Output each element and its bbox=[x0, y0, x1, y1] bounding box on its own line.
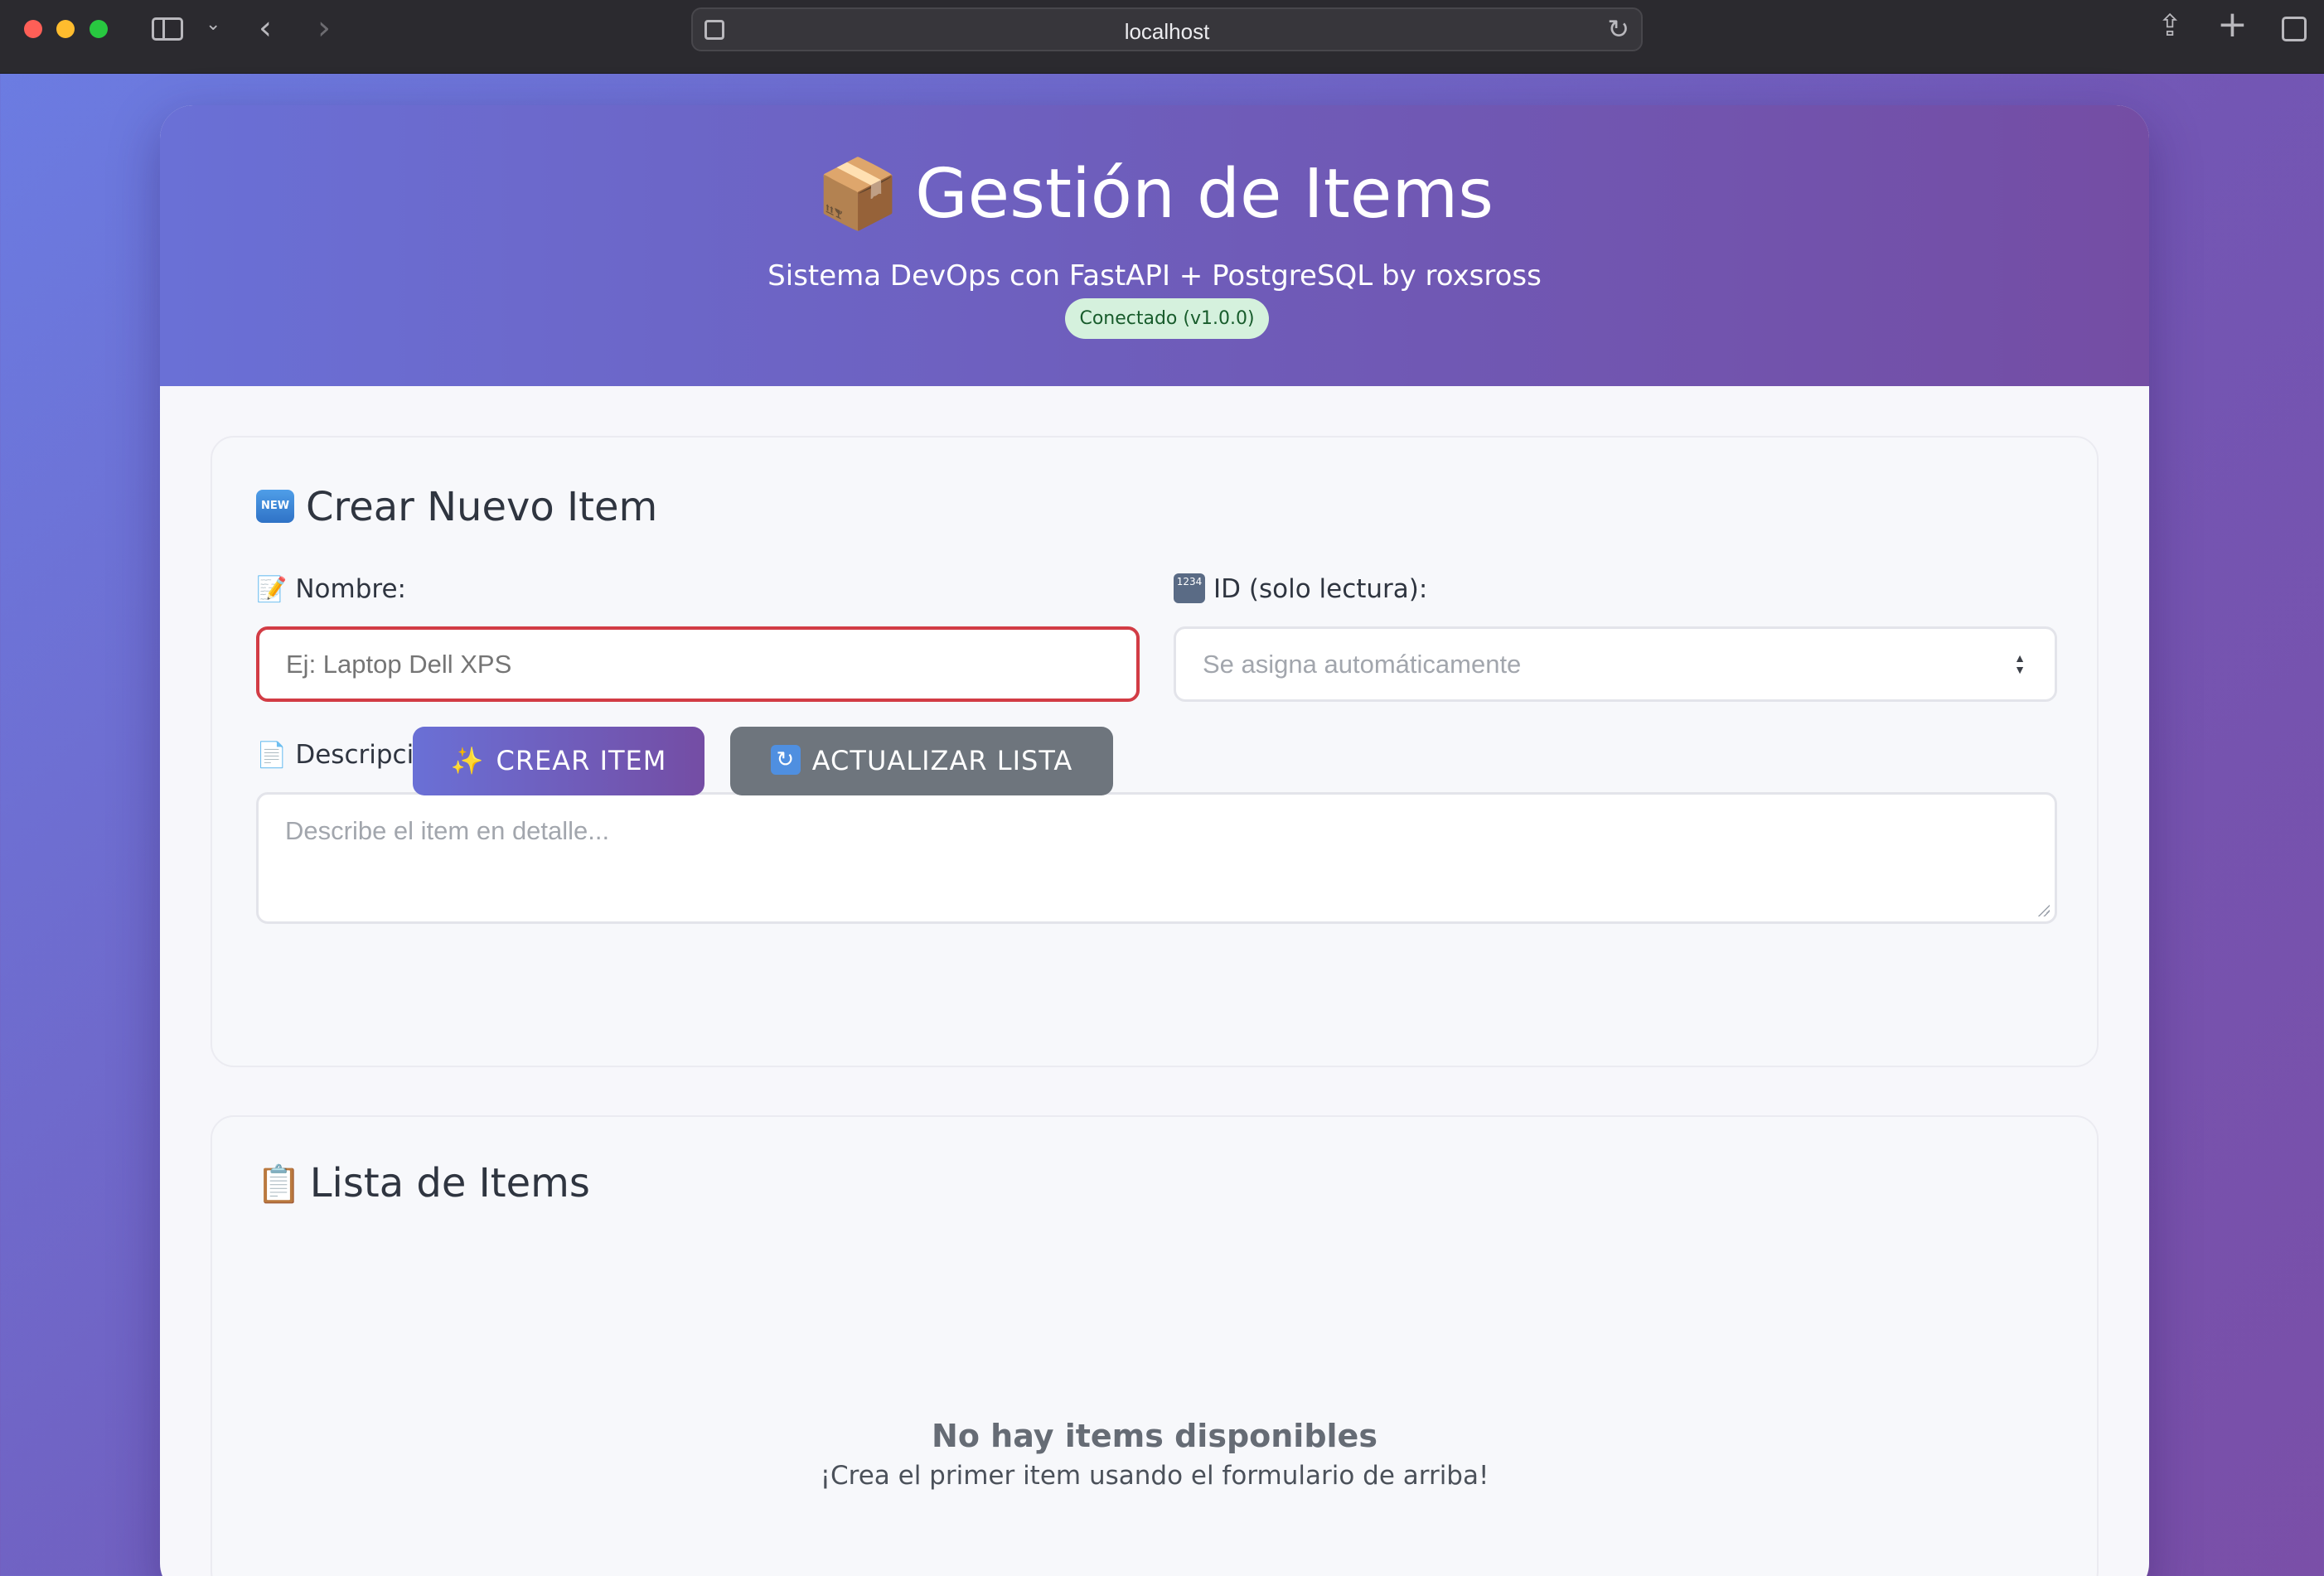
empty-state: No hay items disponibles ¡Crea el primer… bbox=[212, 1418, 2097, 1491]
name-label: 📝 Nombre: bbox=[256, 574, 406, 604]
name-label-text: Nombre: bbox=[295, 574, 406, 604]
refresh-list-button-label: ACTUALIZAR LISTA bbox=[811, 745, 1073, 776]
page-subtitle: Sistema DevOps con FastAPI + PostgreSQL … bbox=[767, 259, 1542, 292]
id-label-text: ID (solo lectura): bbox=[1213, 574, 1428, 604]
stepper-arrows-icon[interactable]: ▲ ▼ bbox=[2013, 652, 2026, 677]
minimize-window-button[interactable] bbox=[56, 20, 75, 38]
back-arrow-icon[interactable]: ‹ bbox=[259, 12, 272, 45]
sidebar-toggle-icon[interactable] bbox=[152, 17, 183, 41]
share-icon[interactable]: ⇪ bbox=[2157, 12, 2182, 41]
tab-overview-icon[interactable] bbox=[2282, 17, 2307, 41]
id-placeholder: Se asigna automáticamente bbox=[1203, 650, 1522, 679]
empty-state-title: No hay items disponibles bbox=[932, 1418, 1377, 1454]
name-input[interactable] bbox=[256, 626, 1140, 702]
page-icon: 📄 bbox=[256, 741, 288, 770]
description-textarea[interactable]: Describe el item en detalle... bbox=[256, 792, 2057, 924]
create-section-title-text: Crear Nuevo Item bbox=[306, 484, 658, 530]
new-tab-icon[interactable]: + bbox=[2217, 7, 2248, 43]
sparkles-icon: ✨ bbox=[450, 745, 485, 776]
new-icon: NEW bbox=[256, 490, 294, 523]
list-section-title-text: Lista de Items bbox=[309, 1160, 590, 1206]
empty-state-text: ¡Crea el primer item usando el formulari… bbox=[820, 1461, 1489, 1491]
id-label: 1234 ID (solo lectura): bbox=[1174, 573, 1428, 606]
status-badge: Conectado (v1.0.0) bbox=[1065, 298, 1269, 339]
description-placeholder: Describe el item en detalle... bbox=[285, 816, 610, 845]
url-text: localhost bbox=[1124, 19, 1210, 44]
item-list-section: 📋 Lista de Items No hay items disponibles… bbox=[211, 1115, 2099, 1576]
page-title: 📦 Gestión de Items bbox=[160, 155, 2149, 234]
refresh-icon: ↻ bbox=[770, 745, 801, 775]
zoom-window-button[interactable] bbox=[90, 20, 108, 38]
close-window-button[interactable] bbox=[24, 20, 42, 38]
clipboard-icon: 📋 bbox=[256, 1163, 302, 1206]
package-icon: 📦 bbox=[816, 155, 901, 234]
forward-arrow-icon[interactable]: › bbox=[317, 12, 331, 45]
list-section-title: 📋 Lista de Items bbox=[256, 1160, 590, 1206]
id-field[interactable]: Se asigna automáticamente ▲ ▼ bbox=[1174, 626, 2057, 702]
app-card: 📦 Gestión de Items Sistema DevOps con Fas… bbox=[160, 105, 2149, 1576]
browser-toolbar: ⌄ ‹ › localhost ↻ ⇪ + bbox=[0, 0, 2324, 74]
refresh-list-button[interactable]: ↻ ACTUALIZAR LISTA bbox=[730, 727, 1113, 795]
create-item-button-label: CREAR ITEM bbox=[496, 745, 667, 776]
chevron-down-icon[interactable]: ⌄ bbox=[206, 16, 220, 34]
address-bar[interactable]: localhost ↻ bbox=[691, 7, 1643, 51]
memo-icon: 📝 bbox=[256, 575, 288, 604]
create-item-button[interactable]: ✨ CREAR ITEM bbox=[413, 727, 704, 795]
numbers-icon: 1234 bbox=[1174, 573, 1205, 603]
reload-icon[interactable]: ↻ bbox=[1607, 16, 1629, 42]
page-title-text: Gestión de Items bbox=[915, 155, 1494, 234]
create-section-title: NEW Crear Nuevo Item bbox=[256, 484, 657, 530]
resize-handle-icon[interactable] bbox=[2036, 903, 2050, 916]
app-header: 📦 Gestión de Items Sistema DevOps con Fas… bbox=[160, 105, 2149, 386]
